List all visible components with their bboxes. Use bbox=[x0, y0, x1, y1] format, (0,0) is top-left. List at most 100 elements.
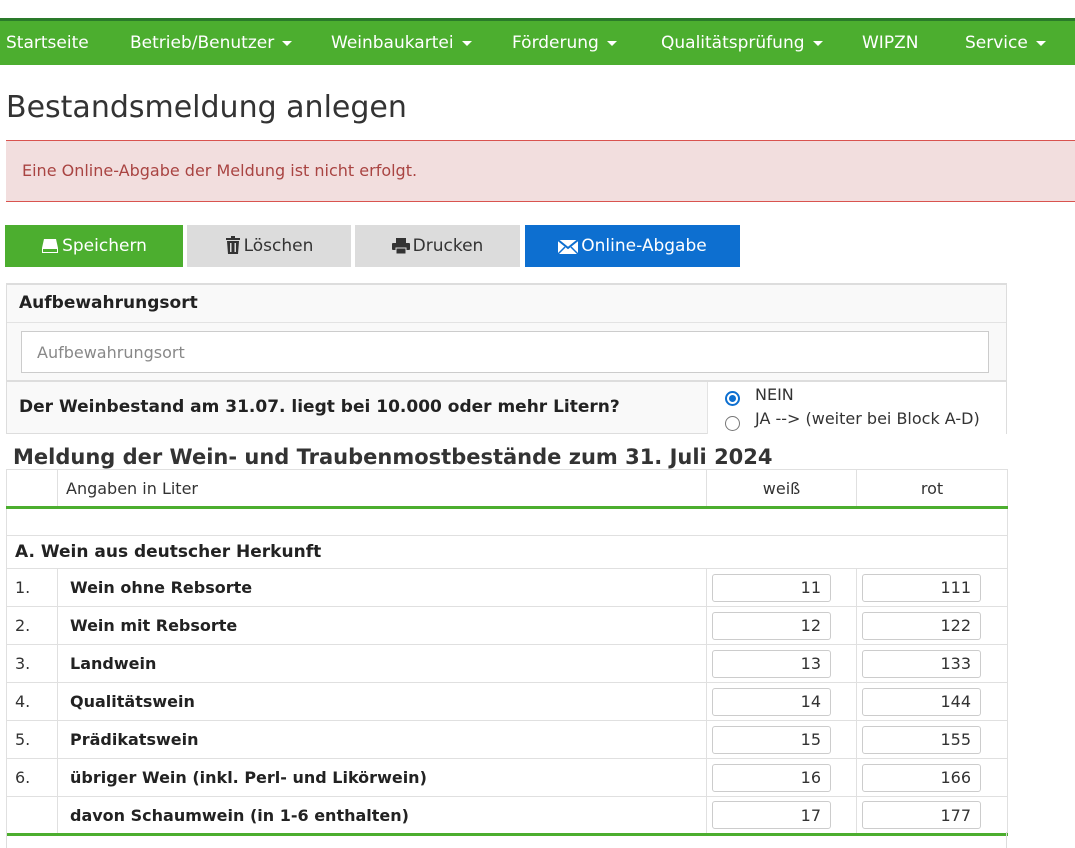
trash-icon bbox=[225, 236, 240, 254]
nav-betrieb-benutzer[interactable]: Betrieb/Benutzer bbox=[130, 21, 293, 65]
report-title: Meldung der Wein- und Traubenmostbeständ… bbox=[13, 445, 773, 469]
caret-down-icon bbox=[812, 40, 823, 46]
block-a-header: A. Wein aus deutscher Herkunft bbox=[6, 535, 1008, 569]
page-title: Bestandsmeldung anlegen bbox=[6, 90, 407, 125]
save-label: Speichern bbox=[62, 236, 147, 256]
print-label: Drucken bbox=[412, 236, 484, 256]
row-number: 4. bbox=[6, 682, 58, 721]
next-section-edge bbox=[6, 832, 1007, 848]
white-liters-input[interactable] bbox=[712, 573, 831, 602]
caret-down-icon bbox=[1035, 40, 1046, 46]
caret-down-icon bbox=[461, 40, 472, 46]
table-row: davon Schaumwein (in 1-6 enthalten) bbox=[6, 796, 1008, 836]
white-cell bbox=[706, 682, 857, 721]
white-liters-input[interactable] bbox=[712, 611, 831, 640]
row-number: 5. bbox=[6, 720, 58, 759]
white-liters-input[interactable] bbox=[712, 649, 831, 678]
envelope-icon bbox=[557, 239, 579, 255]
white-cell bbox=[706, 796, 857, 836]
alert-not-submitted: Eine Online-Abgabe der Meldung ist nicht… bbox=[6, 140, 1075, 202]
row-number: 3. bbox=[6, 644, 58, 683]
red-cell bbox=[856, 796, 1008, 836]
header-unit-label: Angaben in Liter bbox=[57, 469, 707, 509]
online-submit-button[interactable]: Online-Abgabe bbox=[525, 225, 740, 267]
table-row: 3. Landwein bbox=[6, 644, 1008, 683]
header-white: weiß bbox=[706, 469, 857, 509]
header-empty bbox=[6, 469, 58, 509]
red-cell bbox=[856, 606, 1008, 645]
divider bbox=[7, 322, 1006, 323]
nav-label: Qualitätsprüfung bbox=[661, 33, 805, 53]
nav-foerderung[interactable]: Förderung bbox=[512, 21, 617, 65]
radio-label-nein: NEIN bbox=[755, 385, 794, 404]
question-text: Der Weinbestand am 31.07. liegt bei 10.0… bbox=[19, 397, 620, 417]
radio-ja[interactable] bbox=[725, 416, 740, 431]
red-liters-input[interactable] bbox=[862, 649, 981, 678]
nav-wipzn[interactable]: WIPZN bbox=[862, 21, 918, 65]
red-cell bbox=[856, 758, 1008, 797]
stock-table: Angaben in Liter weiß rot A. Wein aus de… bbox=[6, 469, 1008, 836]
row-number bbox=[6, 796, 58, 836]
alert-text: Eine Online-Abgabe der Meldung ist nicht… bbox=[22, 161, 418, 180]
nav-startseite[interactable]: Startseite bbox=[6, 21, 89, 65]
table-header: Angaben in Liter weiß rot bbox=[6, 469, 1008, 509]
nav-label: Startseite bbox=[6, 33, 89, 53]
red-cell bbox=[856, 568, 1008, 607]
radio-nein[interactable] bbox=[725, 391, 740, 406]
white-liters-input[interactable] bbox=[712, 725, 831, 754]
nav-service[interactable]: Service bbox=[965, 21, 1046, 65]
nav-weinbaukartei[interactable]: Weinbaukartei bbox=[331, 21, 472, 65]
storage-input[interactable] bbox=[21, 331, 989, 373]
printer-icon bbox=[391, 238, 410, 255]
nav-label: Service bbox=[965, 33, 1028, 53]
row-label: Qualitätswein bbox=[57, 682, 707, 721]
red-liters-input[interactable] bbox=[862, 801, 981, 829]
delete-button[interactable]: Löschen bbox=[187, 225, 351, 267]
red-liters-input[interactable] bbox=[862, 763, 981, 792]
delete-label: Löschen bbox=[243, 236, 314, 256]
red-liters-input[interactable] bbox=[862, 611, 981, 640]
print-button[interactable]: Drucken bbox=[355, 225, 520, 267]
table-row: 6. übriger Wein (inkl. Perl- und Likörwe… bbox=[6, 758, 1008, 797]
row-label: übriger Wein (inkl. Perl- und Likörwein) bbox=[57, 758, 707, 797]
radio-label-ja: JA --> (weiter bei Block A-D) bbox=[755, 409, 980, 428]
nav-label: Förderung bbox=[512, 33, 599, 53]
red-liters-input[interactable] bbox=[862, 573, 981, 602]
drive-icon bbox=[42, 239, 59, 253]
nav-label: WIPZN bbox=[862, 33, 919, 53]
row-label: Wein mit Rebsorte bbox=[57, 606, 707, 645]
storage-section: Aufbewahrungsort bbox=[6, 283, 1007, 380]
red-cell bbox=[856, 644, 1008, 683]
header-red: rot bbox=[856, 469, 1008, 509]
caret-down-icon bbox=[282, 40, 293, 46]
red-liters-input[interactable] bbox=[862, 687, 981, 716]
table-row: 2. Wein mit Rebsorte bbox=[6, 606, 1008, 645]
main-navbar: Startseite Betrieb/Benutzer Weinbaukarte… bbox=[0, 21, 1075, 65]
submit-label: Online-Abgabe bbox=[581, 236, 707, 256]
white-liters-input[interactable] bbox=[712, 801, 831, 829]
red-cell bbox=[856, 682, 1008, 721]
nav-label: Betrieb/Benutzer bbox=[130, 33, 275, 53]
caret-down-icon bbox=[606, 40, 617, 46]
row-label: Landwein bbox=[57, 644, 707, 683]
table-row: 5. Prädikatswein bbox=[6, 720, 1008, 759]
spacer-cell bbox=[6, 507, 1008, 536]
nav-label: Weinbaukartei bbox=[331, 33, 454, 53]
row-number: 6. bbox=[6, 758, 58, 797]
block-a-title: A. Wein aus deutscher Herkunft bbox=[6, 535, 1008, 569]
row-number: 2. bbox=[6, 606, 58, 645]
row-number: 1. bbox=[6, 568, 58, 607]
white-cell bbox=[706, 644, 857, 683]
threshold-question: Der Weinbestand am 31.07. liegt bei 10.0… bbox=[6, 380, 1007, 434]
spacer-row bbox=[6, 507, 1008, 536]
table-row: 1. Wein ohne Rebsorte bbox=[6, 568, 1008, 607]
question-options: NEIN JA --> (weiter bei Block A-D) bbox=[707, 382, 1006, 434]
nav-qualitaetspruefung[interactable]: Qualitätsprüfung bbox=[661, 21, 823, 65]
save-button[interactable]: Speichern bbox=[5, 225, 183, 267]
white-cell bbox=[706, 720, 857, 759]
white-cell bbox=[706, 568, 857, 607]
white-liters-input[interactable] bbox=[712, 763, 831, 792]
red-liters-input[interactable] bbox=[862, 725, 981, 754]
white-liters-input[interactable] bbox=[712, 687, 831, 716]
table-row: 4. Qualitätswein bbox=[6, 682, 1008, 721]
